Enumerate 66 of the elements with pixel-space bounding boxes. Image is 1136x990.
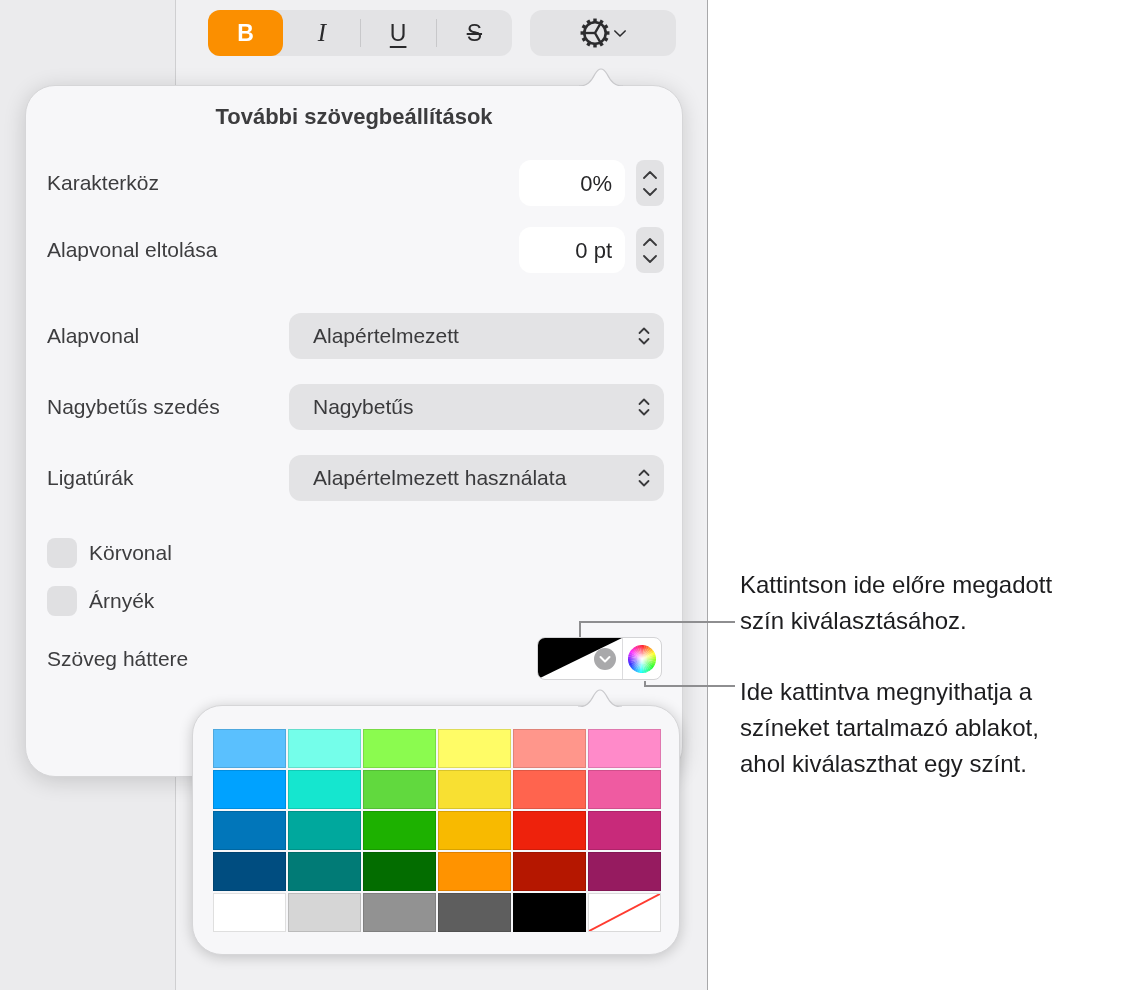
text-options-button[interactable] [530,10,676,56]
popover-title: További szövegbeállítások [214,103,494,131]
color-swatch[interactable] [363,852,436,891]
color-preset-button[interactable] [538,638,623,679]
field-label: Karakterköz [47,170,160,197]
color-swatch[interactable] [213,770,286,809]
color-swatch[interactable] [213,729,286,768]
color-swatch[interactable] [438,729,511,768]
callout-text: Ide kattintva megnyithatja a színeket tartalmazó ablakot, ahol kiválaszthat egy színt. [740,677,1040,779]
dropdown-button[interactable]: Alapértelmezett [289,313,664,359]
color-swatch[interactable] [288,852,361,891]
color-swatch[interactable] [438,811,511,850]
color-swatch[interactable] [288,729,361,768]
text-style-button[interactable]: I [284,10,360,56]
color-swatch[interactable] [588,770,661,809]
color-swatch[interactable] [438,770,511,809]
color-swatch[interactable] [438,893,511,932]
color-swatch[interactable] [363,893,436,932]
color-swatch[interactable] [513,770,586,809]
field-label: Ligatúrák [47,465,134,492]
callout-text: Kattintson ide előre megadott szín kiválasztásához. [740,570,1054,636]
diagonal-swatch-icon [538,638,622,679]
color-swatch[interactable] [213,852,286,891]
color-swatch[interactable] [363,811,436,850]
color-swatch[interactable] [288,893,361,932]
chevron-circle-icon [594,648,616,670]
text-style-button[interactable]: U [360,10,436,56]
chevron-down-icon [614,29,626,37]
up-down-chevron-icon [638,397,650,417]
stepper-button[interactable] [636,227,664,273]
field-label: Alapvonal eltolása [47,237,218,264]
color-swatch[interactable] [588,852,661,891]
chevron-up-icon [643,170,657,179]
field-label: Nagybetűs szedés [47,394,220,421]
dropdown-button[interactable]: Nagybetűs [289,384,664,430]
stepper-button[interactable] [636,160,664,206]
color-swatch[interactable] [588,811,661,850]
up-down-chevron-icon [638,326,650,346]
color-swatch[interactable] [363,729,436,768]
chevron-up-icon [643,237,657,246]
color-swatch[interactable] [213,893,286,932]
number-field[interactable]: 0% [519,160,625,206]
color-swatch[interactable] [213,811,286,850]
chevron-down-icon [643,254,657,263]
color-swatch[interactable] [288,770,361,809]
chevron-down-icon [643,187,657,196]
color-swatch[interactable] [513,893,586,932]
color-swatch[interactable] [513,852,586,891]
color-swatch[interactable] [513,811,586,850]
checkbox-label: Körvonal [89,540,172,567]
text-style-button[interactable]: S [436,10,512,56]
dropdown-button[interactable]: Alapértelmezett használata [289,455,664,501]
diagonal-slash-icon [589,894,660,931]
field-label: Szöveg háttere [47,645,189,672]
color-swatch[interactable] [363,770,436,809]
color-wheel-icon [628,644,656,673]
no-color-swatch[interactable] [588,893,661,932]
color-swatch[interactable] [588,729,661,768]
color-swatch[interactable] [513,729,586,768]
color-swatch[interactable] [288,811,361,850]
color-swatch[interactable] [438,852,511,891]
checkbox-label: Árnyék [89,588,155,615]
gear-icon [580,18,610,48]
up-down-chevron-icon [638,468,650,488]
field-label: Alapvonal [47,323,140,350]
number-field[interactable]: 0 pt [519,227,625,273]
